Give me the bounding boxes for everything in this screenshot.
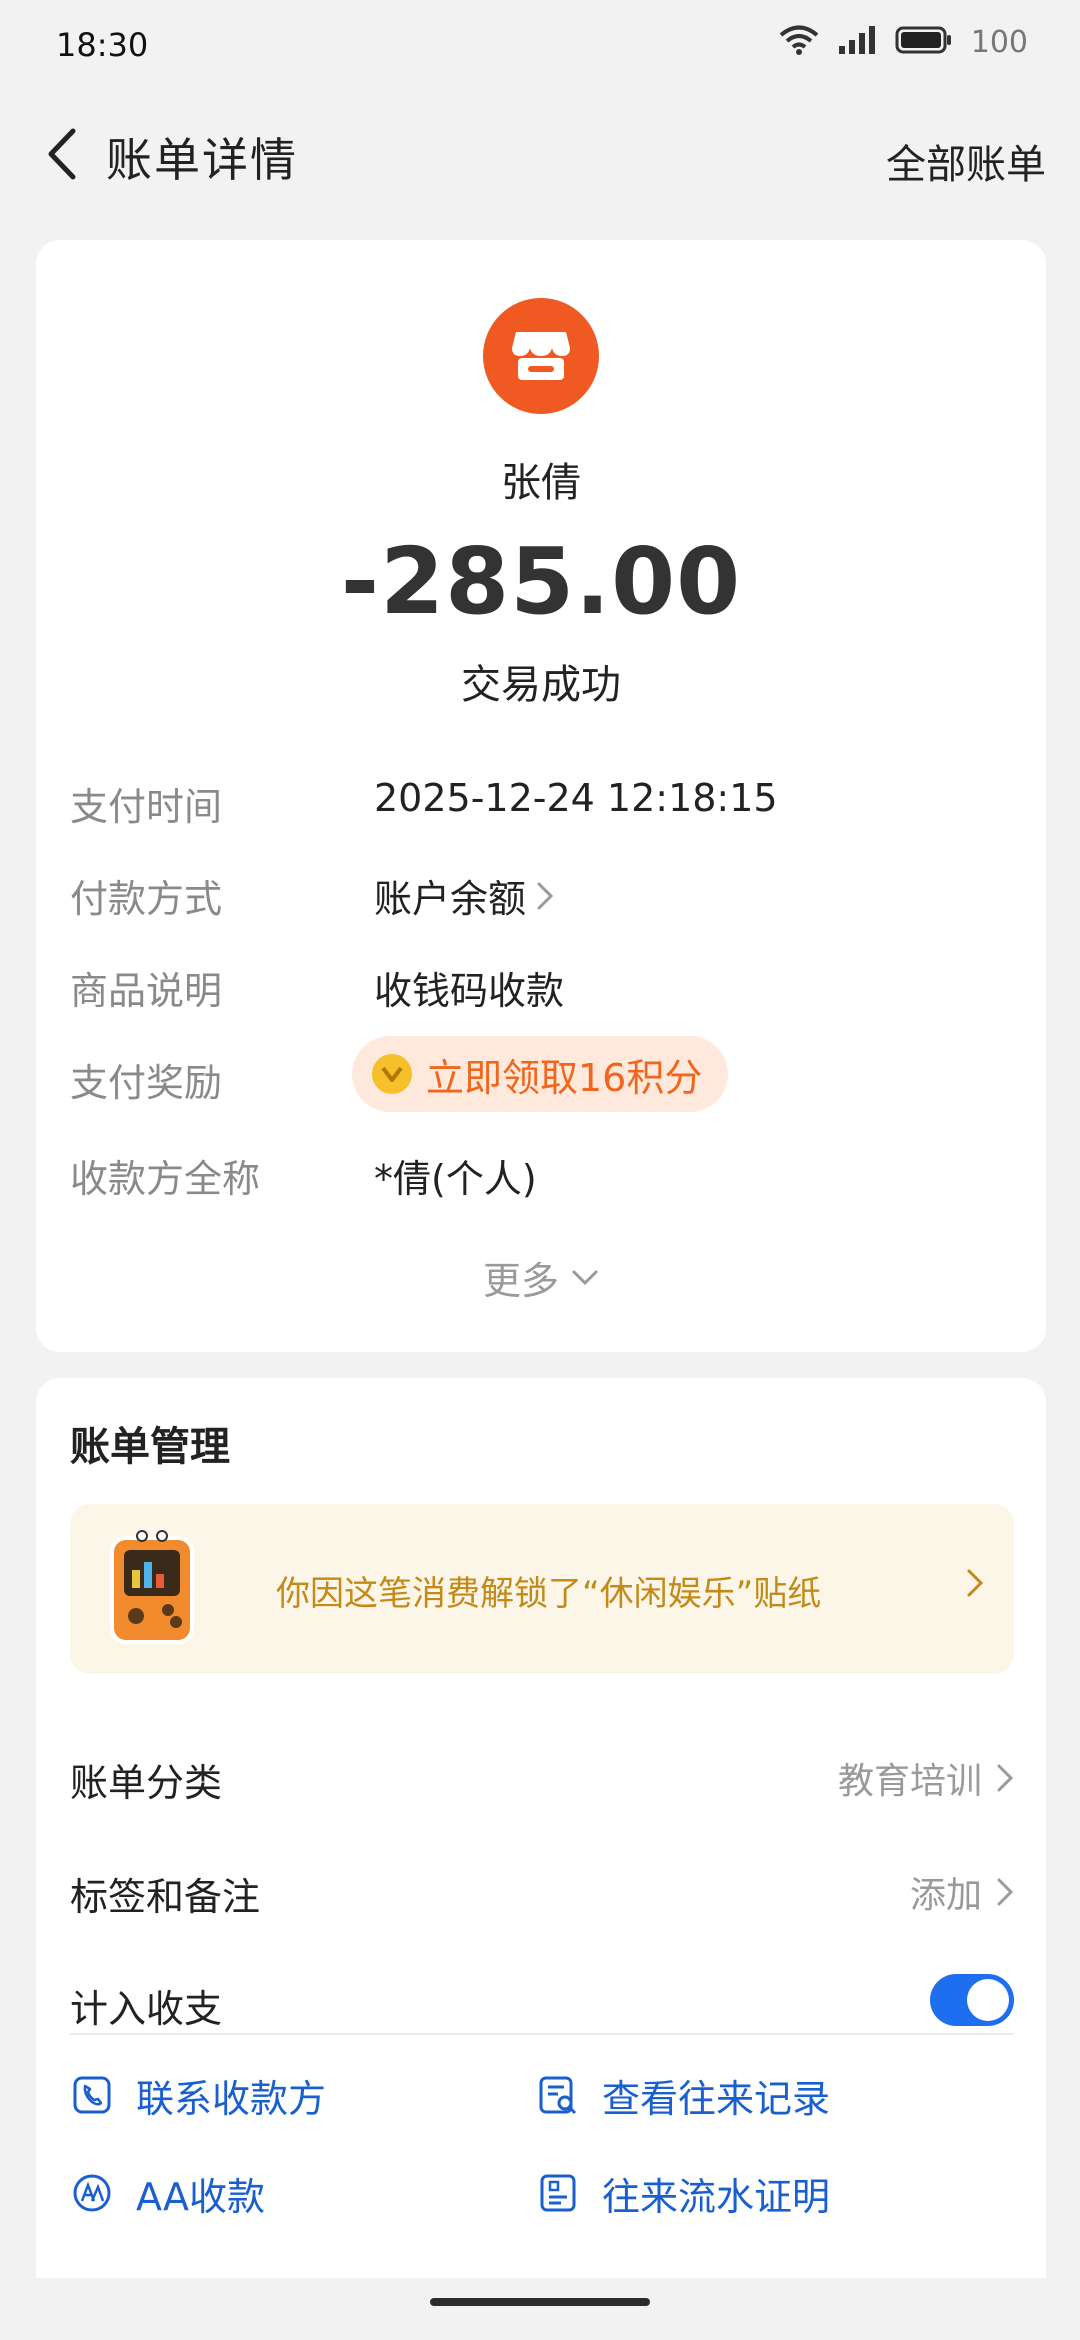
wifi-icon bbox=[779, 24, 819, 60]
view-history-button[interactable]: 查看往来记录 bbox=[536, 2060, 830, 2130]
product-desc-row: 商品说明 收钱码收款 bbox=[70, 952, 1010, 1015]
phone-icon bbox=[70, 2073, 114, 2117]
status-icons: 100 bbox=[779, 24, 1028, 60]
payment-method-row[interactable]: 付款方式 账户余额 bbox=[70, 860, 1010, 923]
chevron-right-icon bbox=[997, 1764, 1014, 1792]
include-in-stats-row: 计入收支 bbox=[70, 1968, 1014, 2038]
bill-category-value[interactable]: 教育培训 bbox=[838, 1752, 1014, 1804]
tags-notes-value[interactable]: 添加 bbox=[910, 1866, 1014, 1918]
contact-payee-button[interactable]: 联系收款方 bbox=[70, 2060, 326, 2130]
claim-points-text: 立即领取16积分 bbox=[426, 1055, 703, 1100]
document-search-icon bbox=[536, 2073, 580, 2117]
bill-category-row[interactable]: 账单分类 教育培训 bbox=[70, 1742, 1014, 1812]
more-label: 更多 bbox=[482, 1259, 559, 1303]
section-title: 账单管理 bbox=[70, 1424, 230, 1470]
reward-label: 支付奖励 bbox=[70, 1061, 223, 1105]
bill-category-text: 教育培训 bbox=[837, 1761, 982, 1802]
payee-value: *倩(个人) bbox=[374, 1148, 537, 1203]
aa-split-label: AA收款 bbox=[136, 2174, 266, 2219]
view-history-label: 查看往来记录 bbox=[602, 2076, 831, 2121]
statement-icon bbox=[536, 2171, 580, 2215]
chevron-right-icon bbox=[537, 882, 554, 909]
pay-time-text: 2025-12-24 12:18:15 bbox=[374, 776, 778, 820]
product-desc-value: 收钱码收款 bbox=[374, 960, 564, 1015]
payee-label: 收款方全称 bbox=[70, 1157, 261, 1201]
aa-icon bbox=[70, 2171, 114, 2215]
payee-row: 收款方全称 *倩(个人) bbox=[70, 1140, 1010, 1203]
chevron-left-icon bbox=[48, 128, 76, 180]
storefront-icon bbox=[483, 298, 599, 414]
more-button[interactable]: 更多 bbox=[36, 1250, 1046, 1305]
toggle-knob bbox=[967, 1979, 1009, 2021]
statement-proof-button[interactable]: 往来流水证明 bbox=[536, 2158, 830, 2228]
transaction-card: 张倩 -285.00 交易成功 支付时间 2025-12-24 12:18:15… bbox=[36, 240, 1046, 1352]
all-bills-link[interactable]: 全部账单 bbox=[886, 132, 1046, 190]
contact-payee-label: 联系收款方 bbox=[136, 2076, 327, 2121]
transaction-status: 交易成功 bbox=[461, 662, 621, 708]
sticker-unlock-banner[interactable]: 你因这笔消费解锁了“休闲娱乐”贴纸 bbox=[70, 1504, 1014, 1674]
sticker-unlock-text: 你因这笔消费解锁了“休闲娱乐”贴纸 bbox=[276, 1574, 822, 1614]
tags-notes-row[interactable]: 标签和备注 添加 bbox=[70, 1856, 1014, 1926]
pay-time-value: 2025-12-24 12:18:15 bbox=[374, 776, 778, 820]
chevron-right-icon bbox=[966, 1568, 984, 1602]
chevron-down-icon bbox=[572, 1270, 598, 1285]
bill-management-card: 账单管理 你因这笔消费解锁了“休闲娱乐”贴纸 账单分类 教育培训 标签和备注 添… bbox=[36, 1378, 1046, 2278]
points-coin-icon bbox=[372, 1054, 412, 1094]
statement-proof-label: 往来流水证明 bbox=[602, 2174, 831, 2219]
payee-text: *倩(个人) bbox=[374, 1157, 537, 1201]
game-console-sticker-icon bbox=[106, 1530, 198, 1648]
claim-points-button[interactable]: 立即领取16积分 bbox=[352, 1036, 729, 1112]
home-indicator[interactable] bbox=[430, 2298, 650, 2306]
merchant-name: 张倩 bbox=[501, 460, 581, 506]
chevron-right-icon bbox=[997, 1878, 1014, 1906]
status-bar: 18:30 100 bbox=[0, 0, 1080, 90]
product-desc-label: 商品说明 bbox=[70, 969, 223, 1013]
status-time: 18:30 bbox=[56, 26, 149, 64]
product-desc-text: 收钱码收款 bbox=[374, 969, 565, 1013]
payment-method-text: 账户余额 bbox=[374, 877, 527, 921]
app-header: 账单详情 全部账单 bbox=[0, 100, 1080, 210]
transaction-amount: -285.00 bbox=[340, 528, 742, 635]
divider bbox=[70, 2033, 1014, 2035]
tags-notes-text: 添加 bbox=[909, 1875, 982, 1916]
bill-category-label: 账单分类 bbox=[70, 1761, 223, 1805]
tags-notes-label: 标签和备注 bbox=[70, 1875, 261, 1919]
include-in-stats-label: 计入收支 bbox=[70, 1987, 223, 2031]
pay-time-row: 支付时间 2025-12-24 12:18:15 bbox=[70, 768, 1010, 829]
page-title: 账单详情 bbox=[106, 133, 298, 187]
payment-method-value[interactable]: 账户余额 bbox=[374, 868, 554, 923]
include-in-stats-toggle[interactable] bbox=[930, 1974, 1014, 2026]
battery-level: 100 bbox=[970, 24, 1028, 60]
reward-row: 支付奖励 立即领取16积分 bbox=[70, 1036, 1010, 1112]
aa-split-button[interactable]: AA收款 bbox=[70, 2158, 265, 2228]
payment-method-label: 付款方式 bbox=[70, 877, 223, 921]
back-button[interactable] bbox=[30, 122, 94, 186]
battery-icon bbox=[895, 25, 953, 59]
signal-icon bbox=[837, 24, 877, 60]
pay-time-label: 支付时间 bbox=[70, 785, 223, 829]
